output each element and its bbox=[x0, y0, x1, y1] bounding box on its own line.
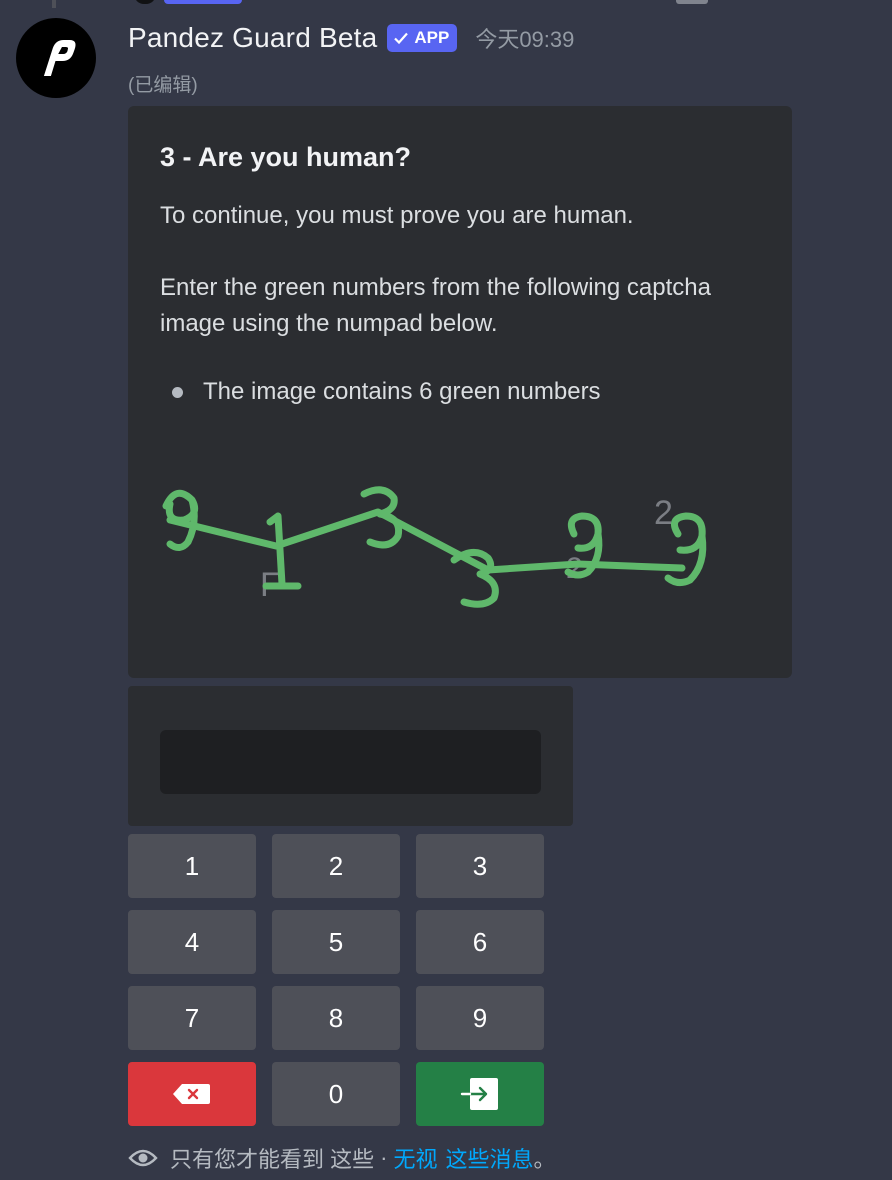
username[interactable]: Pandez Guard Beta bbox=[128, 22, 377, 54]
message-header: Pandez Guard Beta APP 今天09:39 bbox=[128, 18, 574, 58]
embed-title: 3 - Are you human? bbox=[160, 142, 412, 172]
numpad-key-4[interactable]: 4 bbox=[128, 910, 256, 974]
dismiss-link[interactable]: 无视 bbox=[393, 1142, 437, 1174]
enter-icon bbox=[460, 1078, 498, 1110]
check-icon bbox=[393, 30, 409, 46]
timestamp[interactable]: 今天09:39 bbox=[475, 22, 574, 54]
app-badge: APP bbox=[387, 24, 458, 52]
svg-text:2: 2 bbox=[654, 494, 673, 532]
bullet-dot bbox=[172, 386, 183, 398]
previous-badge-edge bbox=[164, 0, 242, 4]
numpad-key-2[interactable]: 2 bbox=[272, 834, 400, 898]
bullet-text: The image contains 6 green numbers bbox=[203, 378, 601, 405]
answer-input[interactable] bbox=[160, 730, 541, 794]
edited-label: (已编辑) bbox=[128, 75, 198, 96]
eye-icon bbox=[128, 1146, 158, 1170]
dismiss-messages-link[interactable]: 这些消息 bbox=[445, 1142, 533, 1174]
numpad-key-3[interactable]: 3 bbox=[416, 834, 544, 898]
separator: · bbox=[380, 1145, 388, 1170]
ephemeral-notice: 只有您才能看到 这些 · 无视 这些消息 。 bbox=[128, 1140, 556, 1176]
bullet-item: The image contains 6 green numbers bbox=[172, 378, 601, 406]
pandez-logo-icon bbox=[43, 40, 76, 76]
previous-avatar-edge bbox=[134, 0, 156, 4]
numpad-key-1[interactable]: 1 bbox=[128, 834, 256, 898]
submit-button[interactable] bbox=[416, 1062, 544, 1126]
captcha-image: F 2 2 bbox=[162, 486, 707, 608]
ephemeral-text: 只有您才能看到 这些 bbox=[170, 1147, 375, 1172]
app-badge-label: APP bbox=[414, 28, 450, 47]
numpad-key-8[interactable]: 8 bbox=[272, 986, 400, 1050]
answer-panel bbox=[128, 686, 573, 826]
captcha-embed: 3 - Are you human? To continue, you must… bbox=[128, 106, 792, 678]
embed-description-line2: Enter the green numbers from the followi… bbox=[160, 274, 711, 337]
previous-button-edge bbox=[676, 0, 708, 4]
numpad-key-9[interactable]: 9 bbox=[416, 986, 544, 1050]
numpad-key-5[interactable]: 5 bbox=[272, 910, 400, 974]
numpad-key-7[interactable]: 7 bbox=[128, 986, 256, 1050]
svg-text:2: 2 bbox=[566, 552, 583, 585]
avatar[interactable] bbox=[16, 18, 96, 98]
numpad-key-0[interactable]: 0 bbox=[272, 1062, 400, 1126]
backspace-icon bbox=[173, 1084, 210, 1104]
period: 。 bbox=[533, 1147, 556, 1172]
chat-view: Pandez Guard Beta APP 今天09:39 (已编辑) 3 - … bbox=[0, 0, 892, 1180]
embed-description-line1: To continue, you must prove you are huma… bbox=[160, 202, 634, 229]
thread-line bbox=[52, 0, 56, 8]
delete-button[interactable] bbox=[128, 1062, 256, 1126]
numpad-key-6[interactable]: 6 bbox=[416, 910, 544, 974]
